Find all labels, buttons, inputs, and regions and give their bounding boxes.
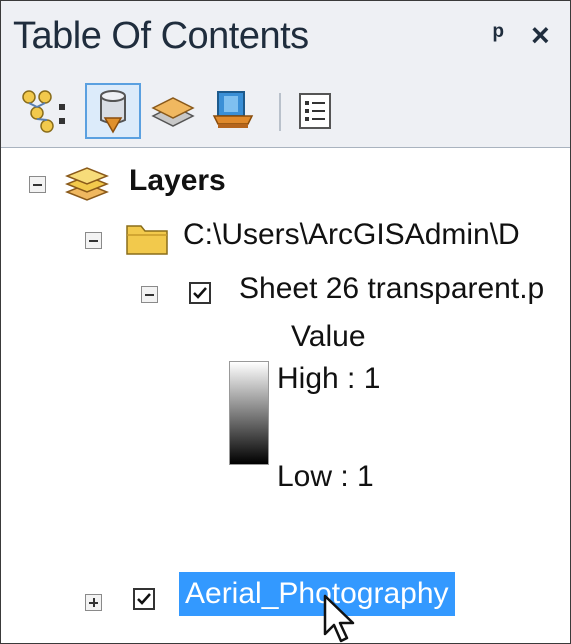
toc-toolbar	[1, 79, 570, 148]
options-list-icon	[299, 93, 331, 129]
toolbar-separator	[279, 93, 281, 131]
panel-title-bar: Table Of Contents ᵖ ×	[1, 1, 570, 79]
table-of-contents-panel: Table Of Contents ᵖ × Layers C:\Users\Ar…	[0, 0, 571, 644]
source-db-icon	[100, 90, 126, 134]
legend-low-label: Low : 1	[277, 460, 374, 493]
folder-icon	[126, 225, 168, 255]
checkmark-icon	[193, 287, 207, 299]
panel-title: Table Of Contents	[13, 15, 309, 57]
list-by-visibility-button[interactable]	[145, 83, 201, 139]
drawing-order-icon	[22, 90, 65, 133]
collapse-folder-toggle[interactable]	[85, 232, 102, 249]
expand-layer-toggle[interactable]	[85, 594, 102, 611]
pin-icon[interactable]: ᵖ	[493, 19, 504, 51]
options-button[interactable]	[287, 83, 343, 139]
legend-heading: Value	[291, 320, 366, 353]
mouse-cursor-icon	[323, 594, 355, 643]
collapse-layer-toggle[interactable]	[141, 286, 158, 303]
folder-path-label[interactable]: C:\Users\ArcGISAdmin\D	[183, 218, 520, 252]
selection-icon	[212, 91, 254, 128]
layers-root-label[interactable]: Layers	[129, 164, 226, 198]
list-by-drawing-order-button[interactable]	[17, 83, 73, 139]
value-color-ramp	[229, 361, 269, 465]
sheet26-layer-label[interactable]: Sheet 26 transparent.p	[239, 272, 544, 306]
close-icon[interactable]: ×	[531, 17, 550, 54]
aerial-visibility-checkbox[interactable]	[133, 588, 155, 610]
layer-tree: Layers C:\Users\ArcGISAdmin\D Sheet 26 t…	[1, 148, 570, 643]
legend-high-label: High : 1	[277, 362, 381, 395]
collapse-layers-toggle[interactable]	[29, 176, 46, 193]
sheet26-visibility-checkbox[interactable]	[189, 282, 211, 304]
aerial-layer-label[interactable]: Aerial_Photography	[179, 572, 455, 616]
list-by-source-button[interactable]	[85, 83, 141, 139]
checkmark-icon	[137, 593, 151, 605]
list-by-selection-button[interactable]	[205, 83, 261, 139]
layers-stack-icon	[65, 167, 109, 201]
visibility-layers-icon	[151, 97, 195, 127]
